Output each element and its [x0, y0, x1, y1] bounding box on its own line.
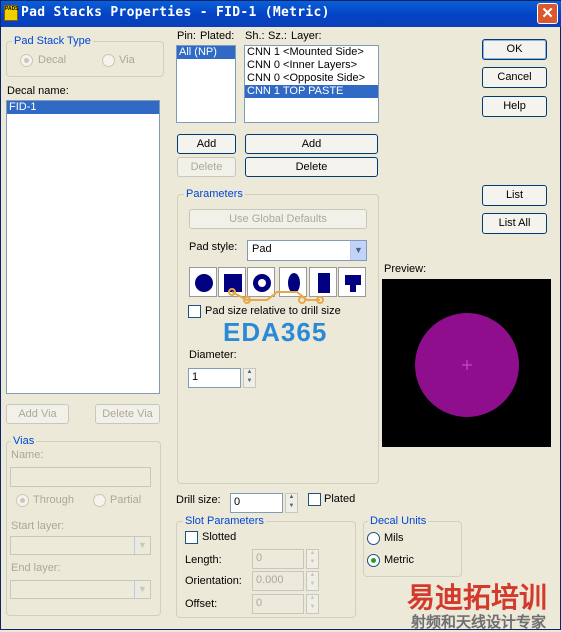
diameter-label: Diameter:: [189, 349, 237, 361]
use-global-defaults-button[interactable]: Use Global Defaults: [189, 209, 367, 229]
pin-header: Pin:: [177, 30, 196, 42]
layer-list-item[interactable]: CNN 0 <Opposite Side>: [245, 72, 378, 85]
start-layer-select[interactable]: ▼: [10, 536, 151, 555]
layer-list-item[interactable]: CNN 0 <Inner Layers>: [245, 59, 378, 72]
orientation-input[interactable]: 0.000: [252, 571, 304, 591]
partial-radio-label: Partial: [110, 494, 142, 506]
drill-size-label: Drill size:: [176, 494, 221, 506]
decal-name-item[interactable]: FID-1: [7, 101, 159, 114]
metric-radio-label: Metric: [384, 554, 414, 566]
length-stepper[interactable]: ▲ ▼: [306, 549, 319, 569]
pad-style-value: Pad: [252, 243, 272, 255]
via-radio-label: Via: [119, 54, 135, 66]
pad-stack-type-label: Pad Stack Type: [12, 35, 93, 47]
plated-label: Plated: [324, 493, 356, 505]
cn-watermark-title: 易迪拓培训: [407, 581, 548, 614]
slotted-label: Slotted: [202, 531, 237, 543]
diameter-stepper[interactable]: ▲ ▼: [243, 368, 256, 388]
metric-radio[interactable]: [367, 554, 380, 567]
pad-size-relative-label: Pad size relative to drill size: [205, 305, 341, 317]
layer-list[interactable]: CNN 1 <Mounted Side> CNN 0 <Inner Layers…: [244, 45, 379, 123]
thermal-pad-icon[interactable]: [338, 267, 366, 297]
close-button[interactable]: ✕: [537, 3, 558, 24]
delete-via-button[interactable]: Delete Via: [95, 404, 160, 424]
eda365-watermark: EDA365: [223, 317, 328, 347]
decal-units-label: Decal Units: [368, 515, 429, 527]
layer-list-item[interactable]: CNN 1 TOP PASTE: [245, 85, 378, 98]
end-layer-select[interactable]: ▼: [10, 580, 151, 599]
chevron-down-icon: ▼: [350, 241, 366, 260]
list-button[interactable]: List: [482, 185, 547, 206]
pad-stacks-dialog: PADS Pad Stacks Properties - FID-1 (Metr…: [0, 0, 561, 631]
through-radio[interactable]: [16, 494, 29, 507]
decal-radio-label: Decal: [38, 54, 67, 66]
title-bar: PADS Pad Stacks Properties - FID-1 (Metr…: [1, 1, 561, 27]
through-radio-label: Through: [33, 494, 74, 506]
slot-parameters-label: Slot Parameters: [183, 515, 266, 527]
drill-size-input[interactable]: 0: [230, 493, 283, 513]
mils-radio[interactable]: [367, 532, 380, 545]
layer-list-item[interactable]: CNN 1 <Mounted Side>: [245, 46, 378, 59]
add-via-button[interactable]: Add Via: [6, 404, 69, 424]
window-title: Pad Stacks Properties - FID-1 (Metric): [21, 5, 330, 20]
pad-size-relative-checkbox[interactable]: [188, 305, 201, 318]
pads-app-icon: PADS: [4, 5, 19, 21]
offset-label: Offset:: [185, 598, 218, 610]
sh-header: Sh.:: [245, 30, 265, 42]
help-button[interactable]: Help: [482, 96, 547, 117]
pad-style-label: Pad style:: [189, 241, 238, 253]
offset-input[interactable]: 0: [252, 594, 304, 614]
decal-radio[interactable]: [20, 54, 33, 67]
add-pin-button[interactable]: Add: [177, 134, 236, 154]
plated-checkbox[interactable]: [308, 493, 321, 506]
delete-layer-button[interactable]: Delete: [245, 157, 378, 177]
sz-header: Sz.:: [268, 30, 287, 42]
preview-label: Preview:: [384, 263, 427, 275]
via-name-label: Name:: [11, 449, 44, 461]
orientation-label: Orientation:: [185, 575, 242, 587]
cancel-button[interactable]: Cancel: [482, 67, 547, 88]
mils-radio-label: Mils: [384, 532, 404, 544]
layer-header: Layer:: [291, 30, 322, 42]
pin-list-item[interactable]: All (NP): [177, 46, 235, 59]
pad-style-select[interactable]: Pad ▼: [247, 240, 367, 261]
partial-radio[interactable]: [93, 494, 106, 507]
length-input[interactable]: 0: [252, 549, 304, 569]
vias-label: Vias: [11, 435, 37, 447]
add-layer-button[interactable]: Add: [245, 134, 378, 154]
start-layer-label: Start layer:: [11, 520, 65, 532]
end-layer-label: End layer:: [11, 562, 61, 574]
slotted-checkbox[interactable]: [185, 531, 198, 544]
pad-preview: [382, 279, 551, 447]
via-radio[interactable]: [102, 54, 115, 67]
via-name-field[interactable]: [10, 467, 151, 487]
length-label: Length:: [185, 554, 222, 566]
ok-button[interactable]: OK: [482, 39, 547, 60]
orientation-stepper[interactable]: ▲ ▼: [306, 571, 319, 591]
list-all-button[interactable]: List All: [482, 213, 547, 234]
parameters-label: Parameters: [184, 188, 245, 200]
cn-watermark-subtitle: 射频和天线设计专家: [411, 613, 547, 631]
pin-list[interactable]: All (NP): [176, 45, 236, 123]
delete-pin-button[interactable]: Delete: [177, 157, 236, 177]
round-pad-icon[interactable]: [189, 267, 217, 297]
decal-units-group: [363, 521, 462, 577]
decal-name-list[interactable]: FID-1: [6, 100, 160, 394]
drill-size-stepper[interactable]: ▲ ▼: [285, 493, 298, 513]
diameter-input[interactable]: 1: [188, 368, 241, 388]
offset-stepper[interactable]: ▲ ▼: [306, 594, 319, 614]
decal-name-label: Decal name:: [7, 85, 69, 97]
plated-header: Plated:: [200, 30, 235, 42]
